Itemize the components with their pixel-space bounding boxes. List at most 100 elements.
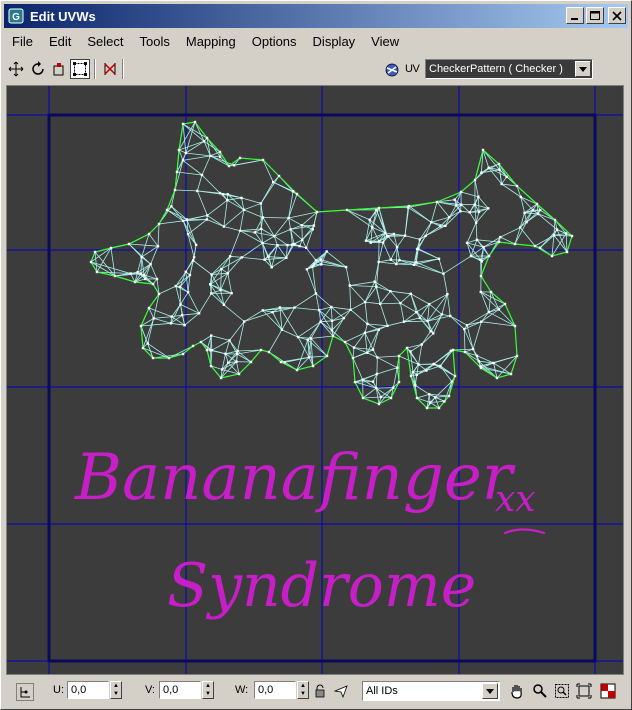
uv-vertex[interactable] xyxy=(167,356,171,360)
uv-vertex[interactable] xyxy=(477,360,480,363)
lock-button[interactable] xyxy=(310,682,328,700)
uv-vertex[interactable] xyxy=(283,361,286,364)
uv-vertex[interactable] xyxy=(181,159,185,162)
uv-vertex[interactable] xyxy=(279,360,283,364)
uv-vertex[interactable] xyxy=(276,244,279,247)
uv-vertex[interactable] xyxy=(539,208,542,212)
texture-globe-icon[interactable] xyxy=(384,63,400,77)
rotate-tool-button[interactable] xyxy=(28,59,48,79)
lock-selection-button[interactable] xyxy=(16,683,34,701)
uv-vertex[interactable] xyxy=(263,258,266,261)
uv-vertex[interactable] xyxy=(205,136,209,140)
uv-vertex[interactable] xyxy=(535,202,539,206)
uv-vertex[interactable] xyxy=(371,226,374,229)
uv-vertex[interactable] xyxy=(220,267,223,271)
uv-vertex[interactable] xyxy=(418,316,422,320)
uv-vertex[interactable] xyxy=(375,285,378,288)
uv-vertex[interactable] xyxy=(194,243,198,246)
uv-vertex[interactable] xyxy=(186,291,190,294)
uv-vertex[interactable] xyxy=(193,120,197,124)
uv-vertex[interactable] xyxy=(439,225,442,228)
uv-vertex[interactable] xyxy=(447,394,451,398)
uv-vertex[interactable] xyxy=(181,122,185,126)
uv-vertex[interactable] xyxy=(471,347,475,351)
uv-vertex[interactable] xyxy=(377,260,380,264)
uv-vertex[interactable] xyxy=(395,262,398,266)
uv-vertex[interactable] xyxy=(377,402,381,406)
uv-vertex[interactable] xyxy=(320,263,323,266)
uv-vertex[interactable] xyxy=(155,277,159,281)
uv-vertex[interactable] xyxy=(361,396,365,400)
uv-vertex[interactable] xyxy=(141,346,145,350)
uv-vertex[interactable] xyxy=(479,290,482,294)
uv-vertex[interactable] xyxy=(552,234,556,237)
uv-vertex[interactable] xyxy=(196,189,199,193)
uv-vertex[interactable] xyxy=(209,283,212,286)
uv-vertex[interactable] xyxy=(487,254,491,258)
uv-vertex[interactable] xyxy=(500,182,503,186)
uv-vertex[interactable] xyxy=(481,148,485,152)
uv-vertex[interactable] xyxy=(226,199,229,202)
uv-vertex[interactable] xyxy=(325,250,328,253)
uv-vertex[interactable] xyxy=(261,309,264,312)
uv-vertex[interactable] xyxy=(425,406,429,410)
uv-vertex[interactable] xyxy=(210,349,214,352)
uv-vertex[interactable] xyxy=(425,369,428,372)
uv-vertex[interactable] xyxy=(127,242,131,246)
uv-vertex[interactable] xyxy=(298,244,301,248)
uv-vertex[interactable] xyxy=(226,193,229,196)
uv-vertex[interactable] xyxy=(409,350,412,353)
uv-vertex[interactable] xyxy=(463,327,466,331)
uv-vertex[interactable] xyxy=(392,386,395,389)
uv-vertex[interactable] xyxy=(139,272,143,275)
uv-vertex[interactable] xyxy=(473,203,477,206)
uv-vertex[interactable] xyxy=(342,316,346,320)
uv-vertex[interactable] xyxy=(144,277,147,281)
uv-vertex[interactable] xyxy=(385,234,389,237)
uv-vertex[interactable] xyxy=(182,219,185,222)
uv-vertex[interactable] xyxy=(396,366,399,369)
uv-vertex[interactable] xyxy=(351,356,355,360)
uv-vertex[interactable] xyxy=(369,241,372,244)
uv-vertex[interactable] xyxy=(448,216,451,219)
texture-dropdown[interactable]: CheckerPattern ( Checker ) xyxy=(425,59,593,79)
uv-vertex[interactable] xyxy=(429,330,432,333)
uv-vertex[interactable] xyxy=(267,350,271,354)
uv-vertex[interactable] xyxy=(227,361,230,364)
uv-vertex[interactable] xyxy=(330,319,334,322)
uv-vertex[interactable] xyxy=(185,218,189,221)
uv-vertex[interactable] xyxy=(453,374,457,378)
uv-vertex[interactable] xyxy=(349,308,352,311)
uv-vertex[interactable] xyxy=(415,311,418,314)
uv-vertex[interactable] xyxy=(113,274,117,278)
uv-vertex[interactable] xyxy=(409,292,412,295)
uv-vertex[interactable] xyxy=(389,258,392,261)
uv-vertex[interactable] xyxy=(402,320,406,323)
uv-vertex[interactable] xyxy=(237,372,241,376)
uv-vertex[interactable] xyxy=(446,293,449,296)
uv-vertex[interactable] xyxy=(465,324,469,327)
uv-editor-viewport[interactable]: Bananafinger Syndrome xx xyxy=(6,85,624,675)
uv-vertex[interactable] xyxy=(278,306,282,309)
uv-vertex[interactable] xyxy=(377,240,381,243)
uv-vertex[interactable] xyxy=(492,361,495,365)
uv-vertex[interactable] xyxy=(179,285,182,288)
uv-vertex[interactable] xyxy=(379,302,382,305)
uv-vertex[interactable] xyxy=(306,338,309,342)
uv-vertex[interactable] xyxy=(386,324,389,327)
uv-vertex[interactable] xyxy=(259,202,263,205)
uv-vertex[interactable] xyxy=(503,302,507,306)
uv-vertex[interactable] xyxy=(373,280,376,283)
uv-vertex[interactable] xyxy=(156,245,160,248)
texture-dropdown-arrow[interactable] xyxy=(575,61,591,77)
uv-vertex[interactable] xyxy=(267,255,270,258)
uv-vertex[interactable] xyxy=(319,320,322,323)
uv-vertex[interactable] xyxy=(205,348,209,352)
v-input[interactable]: 0,0 xyxy=(159,681,201,699)
uv-vertex[interactable] xyxy=(300,224,304,227)
uv-vertex[interactable] xyxy=(397,354,401,358)
uv-vertex[interactable] xyxy=(227,164,231,168)
uv-vertex[interactable] xyxy=(259,348,263,352)
uv-vertex[interactable] xyxy=(460,203,463,206)
uv-vertex[interactable] xyxy=(363,300,367,304)
